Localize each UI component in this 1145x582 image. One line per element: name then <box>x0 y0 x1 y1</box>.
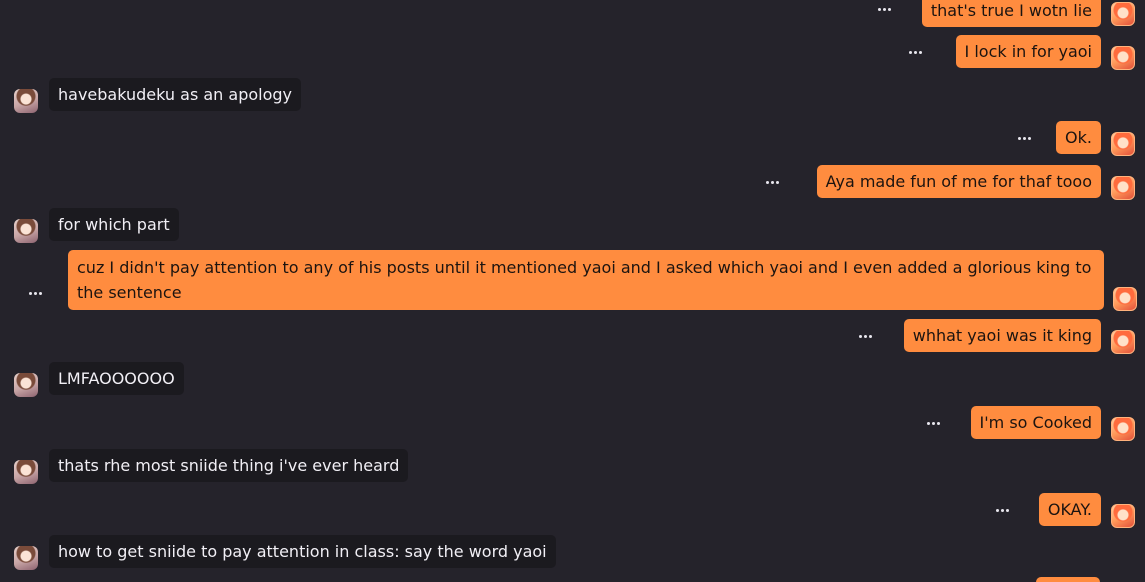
self-avatar-icon <box>1111 417 1135 441</box>
outgoing-message[interactable]: Aya made fun of me for thaf tooo <box>816 165 1101 198</box>
incoming-message[interactable]: LMFAOOOOOO <box>49 362 184 395</box>
self-avatar-icon <box>1113 287 1137 311</box>
outgoing-message[interactable]: I'm so Cooked <box>970 406 1101 439</box>
self-avatar-icon <box>1111 504 1135 528</box>
outgoing-message[interactable]: OKAY. <box>1038 493 1101 526</box>
outgoing-message[interactable]: I lock in for yaoi <box>955 35 1101 68</box>
user-avatar-icon <box>14 460 38 484</box>
incoming-message[interactable]: havebakudeku as an apology <box>49 78 301 111</box>
more-options-icon[interactable] <box>903 45 927 59</box>
incoming-message[interactable]: for which part <box>49 208 179 241</box>
more-options-icon[interactable] <box>872 2 896 16</box>
user-avatar-icon <box>14 89 38 113</box>
more-options-icon[interactable] <box>990 503 1014 517</box>
user-avatar-icon <box>14 546 38 570</box>
outgoing-message[interactable]: Ok. <box>1056 121 1101 154</box>
outgoing-message[interactable]: that's true I wotn lie <box>921 0 1101 27</box>
outgoing-message[interactable]: cuz I didn't pay attention to any of his… <box>68 250 1104 310</box>
chat-transcript: that's true I wotn lie I lock in for yao… <box>0 0 1145 582</box>
outgoing-message[interactable] <box>1036 577 1100 582</box>
more-options-icon[interactable] <box>921 416 945 430</box>
self-avatar-icon <box>1111 46 1135 70</box>
self-avatar-icon <box>1111 176 1135 200</box>
more-options-icon[interactable] <box>1012 131 1036 145</box>
more-options-icon[interactable] <box>760 175 784 189</box>
incoming-message[interactable]: how to get sniide to pay attention in cl… <box>49 535 556 568</box>
more-options-icon[interactable] <box>23 286 47 300</box>
self-avatar-icon <box>1111 2 1135 26</box>
outgoing-message[interactable]: whhat yaoi was it king <box>903 319 1101 352</box>
user-avatar-icon <box>14 219 38 243</box>
self-avatar-icon <box>1111 132 1135 156</box>
incoming-message[interactable]: thats rhe most sniide thing i've ever he… <box>49 449 409 482</box>
user-avatar-icon <box>14 373 38 397</box>
more-options-icon[interactable] <box>853 329 877 343</box>
self-avatar-icon <box>1111 330 1135 354</box>
